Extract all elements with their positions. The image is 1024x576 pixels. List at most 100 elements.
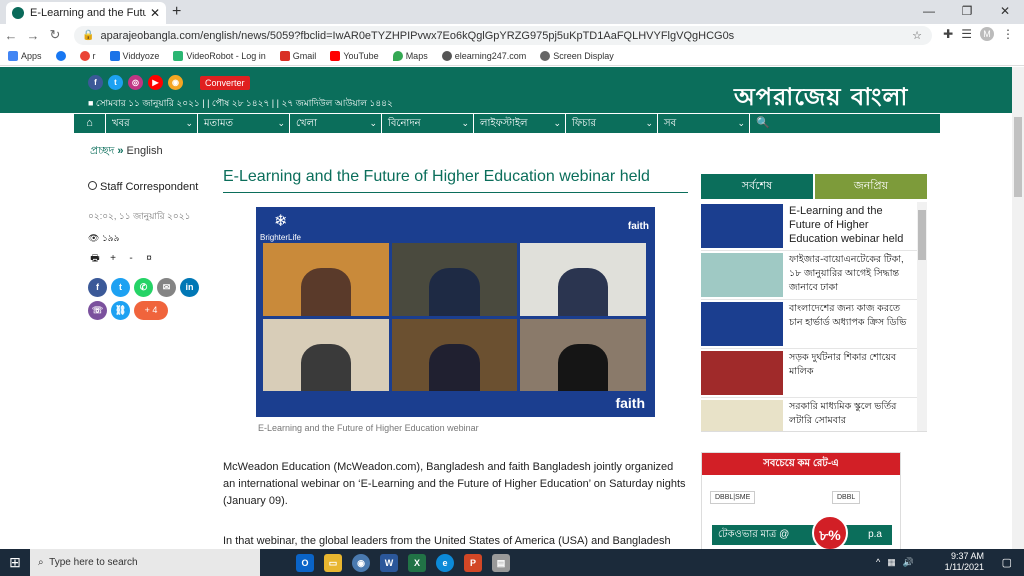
menu-item-entertainment[interactable]: বিনোদন ⌄ bbox=[382, 114, 474, 133]
clock[interactable]: 9:37 AM 1/11/2021 bbox=[945, 551, 984, 573]
list-item[interactable]: E-Learning and the Future of Higher Educ… bbox=[701, 202, 927, 251]
browser-tab[interactable]: E-Learning and the Future of High ✕ bbox=[6, 2, 166, 24]
instagram-icon[interactable]: ◎ bbox=[128, 75, 143, 90]
list-item[interactable]: সড়ক দুর্ঘটনার শিকার শোয়েব মালিক bbox=[701, 349, 927, 398]
font-increase-button[interactable]: + bbox=[106, 252, 120, 266]
bookmark-videorobot[interactable]: VideoRobot - Log in bbox=[173, 50, 266, 61]
word-icon[interactable]: W bbox=[380, 553, 398, 572]
close-tab-icon[interactable]: ✕ bbox=[150, 6, 160, 20]
outlook-icon[interactable]: O bbox=[296, 553, 314, 572]
menu-item-all[interactable]: সব ⌄ bbox=[658, 114, 750, 133]
more-menu-icon[interactable]: ⋮ bbox=[1002, 27, 1014, 41]
bookmark-facebook[interactable] bbox=[55, 50, 66, 61]
list-item[interactable]: ফাইজার-বায়োএনটেকের টিকা, ১৮ জানুয়ারির … bbox=[701, 251, 927, 300]
notifications-icon[interactable]: ▢ bbox=[1002, 556, 1012, 569]
news-thumbnail bbox=[701, 400, 783, 431]
reload-icon[interactable]: ↻ bbox=[44, 27, 66, 43]
browser-tabbar: E-Learning and the Future of High ✕ + — … bbox=[0, 0, 1024, 24]
menu-item-opinion[interactable]: মতামত ⌄ bbox=[198, 114, 290, 133]
sidebar-scrollbar[interactable] bbox=[917, 202, 927, 431]
list-item[interactable]: সরকারি মাধ্যমিক স্কুলে ভর্তির লটারি সোমব… bbox=[701, 398, 927, 431]
menu-item-lifestyle[interactable]: লাইফস্টাইল ⌄ bbox=[474, 114, 566, 133]
ad-rate-text: টেকওভার মাত্র @ bbox=[718, 529, 790, 540]
article-photo[interactable]: ❄ BrighterLife faith faith bbox=[256, 207, 655, 417]
font-decrease-button[interactable]: - bbox=[124, 252, 138, 266]
share-link-icon[interactable]: ⛓ bbox=[111, 301, 130, 320]
taskbar-search[interactable]: ⌕ Type here to search bbox=[30, 549, 260, 576]
reading-list-icon[interactable]: ☰ bbox=[961, 27, 972, 41]
bookmark-star-icon[interactable]: ☆ bbox=[912, 29, 922, 42]
search-icon[interactable]: 🔍 bbox=[750, 114, 770, 133]
share-whatsapp-icon[interactable]: ✆ bbox=[134, 278, 153, 297]
chevron-down-icon: ⌄ bbox=[645, 118, 653, 128]
network-icon[interactable]: ▦ bbox=[887, 557, 896, 568]
url-field[interactable]: 🔒 aparajeobangla.com/english/news/5059?f… bbox=[74, 26, 932, 45]
chrome-icon[interactable]: ◉ bbox=[352, 553, 370, 572]
pinned-apps: O ▭ ◉ W X e P ▤ bbox=[296, 553, 510, 572]
sidebar-scroll-thumb[interactable] bbox=[918, 210, 926, 260]
powerpoint-icon[interactable]: P bbox=[464, 553, 482, 572]
extensions-puzzle-icon[interactable]: ✚ bbox=[943, 27, 953, 41]
ad-rate-band: টেকওভার মাত্র @ p.a bbox=[712, 525, 892, 545]
news-thumbnail bbox=[701, 351, 783, 395]
minimize-icon[interactable]: — bbox=[910, 0, 948, 24]
bookmark-maps[interactable]: Maps bbox=[392, 50, 428, 61]
breadcrumb: প্রচ্ছদ» English bbox=[90, 142, 163, 161]
converter-button[interactable]: Converter bbox=[200, 76, 250, 90]
bookmark-google[interactable]: r bbox=[79, 50, 96, 61]
list-item[interactable]: বাংলাদেশের জন্য কাজ করতে চান হার্ভার্ড অ… bbox=[701, 300, 927, 349]
site-header: f t ◎ ▶ ◉ Converter ■ সোমবার ১১ জানুয়ার… bbox=[0, 67, 1012, 113]
facebook-icon bbox=[55, 50, 66, 61]
bookmark-screen-display[interactable]: Screen Display bbox=[540, 50, 614, 61]
edge-icon[interactable]: e bbox=[436, 553, 454, 572]
close-window-icon[interactable]: ✕ bbox=[986, 0, 1024, 24]
rss-icon[interactable]: ◉ bbox=[168, 75, 183, 90]
page-scroll-thumb[interactable] bbox=[1014, 117, 1022, 197]
share-more-button[interactable]: + 4 bbox=[134, 301, 168, 320]
share-linkedin-icon[interactable]: in bbox=[180, 278, 199, 297]
bookmark-youtube[interactable]: YouTube bbox=[330, 50, 379, 61]
volume-icon[interactable]: 🔊 bbox=[903, 557, 914, 568]
chevron-up-icon[interactable]: ^ bbox=[876, 557, 880, 568]
youtube-icon[interactable]: ▶ bbox=[148, 75, 163, 90]
file-explorer-icon[interactable]: ▭ bbox=[324, 553, 342, 572]
profile-avatar[interactable]: M bbox=[980, 27, 994, 41]
share-email-icon[interactable]: ✉ bbox=[157, 278, 176, 297]
tab-popular[interactable]: জনপ্রিয় bbox=[815, 174, 927, 199]
excel-icon[interactable]: X bbox=[408, 553, 426, 572]
maximize-icon[interactable]: ❐ bbox=[948, 0, 986, 24]
forward-arrow-icon[interactable]: → bbox=[22, 28, 44, 43]
bookmark-gmail[interactable]: Gmail bbox=[279, 50, 316, 61]
sidebar-tabs: সর্বশেষ জনপ্রিয় bbox=[701, 174, 927, 199]
share-facebook-icon[interactable]: f bbox=[88, 278, 107, 297]
viddyoze-icon bbox=[109, 50, 120, 61]
menu-item-feature[interactable]: ফিচার ⌄ bbox=[566, 114, 658, 133]
facebook-icon[interactable]: f bbox=[88, 75, 103, 90]
ad-bank-logo: DBBL|SME bbox=[710, 491, 756, 504]
bookmark-elearning247[interactable]: elearning247.com bbox=[441, 50, 526, 61]
font-reset-button[interactable]: ¤ bbox=[142, 252, 156, 266]
windows-start-icon[interactable]: ⊞ bbox=[0, 554, 30, 571]
bookmark-viddyoze[interactable]: Viddyoze bbox=[109, 50, 159, 61]
news-thumbnail bbox=[701, 204, 783, 248]
new-tab-button[interactable]: + bbox=[172, 3, 181, 21]
share-twitter-icon[interactable]: t bbox=[111, 278, 130, 297]
tab-latest[interactable]: সর্বশেষ bbox=[701, 174, 813, 199]
advertisement[interactable]: সবচেয়ে কম রেট-এ DBBL|SME DBBL টেকওভার ম… bbox=[701, 452, 901, 549]
article-paragraph: McWeadon Education (McWeadon.com), Bangl… bbox=[223, 461, 686, 507]
breadcrumb-section[interactable]: English bbox=[127, 145, 163, 157]
eye-icon: 👁 bbox=[88, 233, 100, 243]
page-scrollbar[interactable] bbox=[1012, 67, 1024, 549]
home-icon[interactable]: ⌂ bbox=[74, 114, 106, 133]
menu-item-sports[interactable]: খেলা ⌄ bbox=[290, 114, 382, 133]
notes-icon[interactable]: ▤ bbox=[492, 553, 510, 572]
bookmark-apps[interactable]: Apps bbox=[8, 50, 42, 61]
lock-icon[interactable]: 🔒 bbox=[82, 30, 94, 41]
menu-item-news[interactable]: খবর ⌄ bbox=[106, 114, 198, 133]
print-icon[interactable]: 🖶 bbox=[88, 252, 102, 266]
chevron-down-icon: ⌄ bbox=[737, 118, 745, 128]
back-arrow-icon[interactable]: ← bbox=[0, 28, 22, 43]
share-viber-icon[interactable]: ☏ bbox=[88, 301, 107, 320]
breadcrumb-home[interactable]: প্রচ্ছদ bbox=[90, 145, 114, 157]
twitter-icon[interactable]: t bbox=[108, 75, 123, 90]
